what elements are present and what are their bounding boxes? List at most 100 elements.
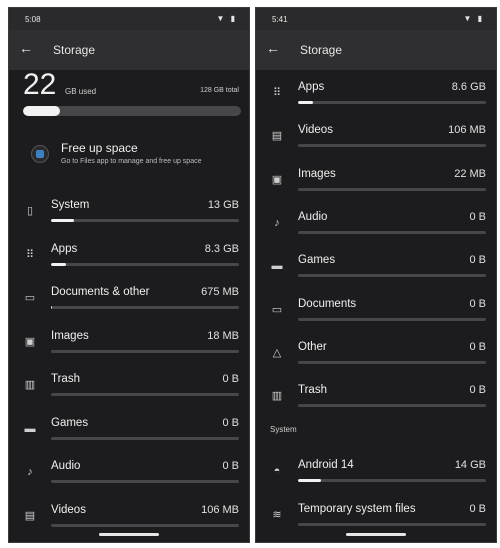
database-icon: ≋: [272, 508, 282, 521]
storage-usage-bar: [51, 306, 239, 309]
gesture-nav-bar: [99, 533, 159, 536]
music-note-icon: ♪: [274, 216, 280, 229]
storage-row-value: 0 B: [222, 373, 239, 385]
storage-row-value: 106 MB: [201, 503, 239, 516]
music-note-icon: ♪: [27, 466, 33, 478]
storage-usage-bar: [51, 480, 239, 483]
storage-row-trash[interactable]: ▥ Trash 0 B: [256, 379, 496, 419]
images-icon: ▣: [24, 335, 36, 348]
storage-row-label: Apps: [51, 242, 78, 255]
storage-row-videos[interactable]: ▤ Videos 106 MB: [256, 119, 496, 159]
storage-usage-bar: [298, 274, 486, 278]
storage-usage-bar: [298, 317, 486, 321]
storage-row-value: 106 MB: [448, 124, 486, 137]
storage-row-android-14[interactable]: ◓ Android 14 14 GB: [256, 454, 496, 494]
storage-usage-fill: [51, 306, 52, 309]
storage-usage-bar: [298, 360, 486, 364]
video-icon: ▤: [24, 509, 36, 522]
storage-row-games[interactable]: ▬ Games 0 B: [9, 412, 249, 452]
storage-row-value: 8.6 GB: [451, 81, 486, 93]
storage-row-value: 0 B: [469, 297, 486, 310]
folder-icon: ▭: [24, 292, 36, 304]
storage-row-label: Videos: [51, 503, 86, 516]
free-up-space-description: Go to Files app to manage and free up sp…: [61, 158, 202, 165]
storage-row-images[interactable]: ▣ Images 22 MB: [256, 163, 496, 203]
trash-icon: ▥: [271, 390, 283, 403]
app-bar: ← Storage: [256, 30, 496, 70]
used-storage-number: 22: [23, 68, 57, 101]
shapes-icon: △: [272, 346, 282, 359]
storage-screen-left: 5:08 ▼ ▮ ← Storage 22 GB used 128 GB tot…: [8, 7, 250, 543]
storage-row-audio[interactable]: ♪ Audio 0 B: [9, 455, 249, 495]
status-icons: ▼ ▮: [463, 14, 484, 23]
back-arrow-icon[interactable]: ←: [266, 40, 280, 56]
trash-icon: ▥: [24, 379, 36, 391]
storage-row-label: Videos: [298, 124, 333, 137]
storage-row-other[interactable]: △ Other 0 B: [256, 336, 496, 376]
storage-row-value: 0 B: [469, 254, 486, 267]
storage-usage-bar: [298, 522, 486, 526]
storage-usage-fill: [51, 262, 67, 266]
storage-usage-bar: [51, 219, 239, 222]
status-bar: 5:41 ▼ ▮: [256, 8, 496, 30]
storage-row-label: Trash: [298, 384, 327, 397]
storage-usage-fill: [298, 101, 314, 104]
storage-row-trash[interactable]: ▥ Trash 0 B: [9, 368, 249, 408]
status-time: 5:41: [272, 15, 288, 24]
storage-usage-bar: [298, 144, 486, 148]
folder-icon: ▭: [271, 303, 283, 316]
phone-icon: ▯: [26, 205, 34, 217]
storage-usage-bar: [51, 349, 239, 353]
apps-grid-icon: ⠿: [272, 87, 282, 99]
status-bar: 5:08 ▼ ▮: [9, 8, 249, 30]
storage-usage-bar: [51, 523, 239, 527]
used-storage-fill: [23, 106, 61, 116]
apps-grid-icon: ⠿: [25, 248, 35, 261]
storage-usage-fill: [298, 479, 321, 482]
gesture-nav-bar: [346, 533, 406, 536]
back-arrow-icon[interactable]: ←: [19, 40, 33, 56]
status-icons: ▼ ▮: [216, 14, 237, 23]
storage-usage-bar: [298, 230, 486, 234]
storage-row-label: Android 14: [298, 459, 354, 471]
storage-row-apps[interactable]: ⠿ Apps 8.3 GB: [9, 238, 249, 278]
storage-row-apps[interactable]: ⠿ Apps 8.6 GB: [256, 76, 496, 116]
storage-row-system[interactable]: ▯ System 13 GB: [9, 194, 249, 234]
storage-row-value: 13 GB: [207, 199, 239, 211]
status-time: 5:08: [25, 15, 41, 24]
page-title: Storage: [53, 43, 96, 57]
storage-row-label: Temporary system files: [298, 502, 416, 515]
storage-row-value: 8.3 GB: [204, 242, 239, 255]
storage-usage-bar: [298, 187, 486, 191]
files-app-icon: [31, 145, 49, 163]
storage-row-label: Audio: [298, 210, 328, 223]
section-header-system: System: [270, 425, 297, 434]
app-bar: ← Storage: [9, 30, 249, 70]
storage-row-documents[interactable]: ▭ Documents 0 B: [256, 293, 496, 333]
page-title: Storage: [300, 43, 343, 57]
storage-usage-bar: [298, 479, 486, 482]
storage-row-audio[interactable]: ♪ Audio 0 B: [256, 206, 496, 246]
storage-row-label: Audio: [51, 460, 81, 472]
storage-row-label: Other: [298, 340, 327, 353]
used-storage-label: GB used: [65, 87, 97, 96]
storage-row-value: 675 MB: [201, 286, 239, 298]
storage-row-label: Apps: [298, 81, 325, 93]
storage-screen-right: 5:41 ▼ ▮ ← Storage ⠿ Apps 8.6 GB ▤ Videos 106…: [255, 7, 497, 543]
storage-row-value: 0 B: [469, 340, 486, 353]
storage-row-value: 0 B: [222, 416, 239, 429]
storage-row-documents-other[interactable]: ▭ Documents & other 675 MB: [9, 281, 249, 321]
storage-usage-bar: [51, 393, 239, 396]
storage-row-label: System: [51, 199, 90, 211]
storage-row-images[interactable]: ▣ Images 18 MB: [9, 325, 249, 365]
storage-row-label: Documents: [298, 297, 357, 310]
video-icon: ▤: [271, 130, 283, 143]
storage-row-value: 22 MB: [454, 167, 486, 180]
storage-row-label: Images: [298, 167, 336, 180]
free-up-space-title: Free up space: [61, 141, 138, 155]
storage-row-value: 0 B: [469, 210, 486, 223]
storage-row-games[interactable]: ▬ Games 0 B: [256, 249, 496, 289]
storage-row-temporary-system-files[interactable]: ≋ Temporary system files 0 B: [256, 498, 496, 538]
gamepad-icon: ▬: [24, 422, 36, 435]
storage-row-label: Images: [51, 329, 89, 342]
